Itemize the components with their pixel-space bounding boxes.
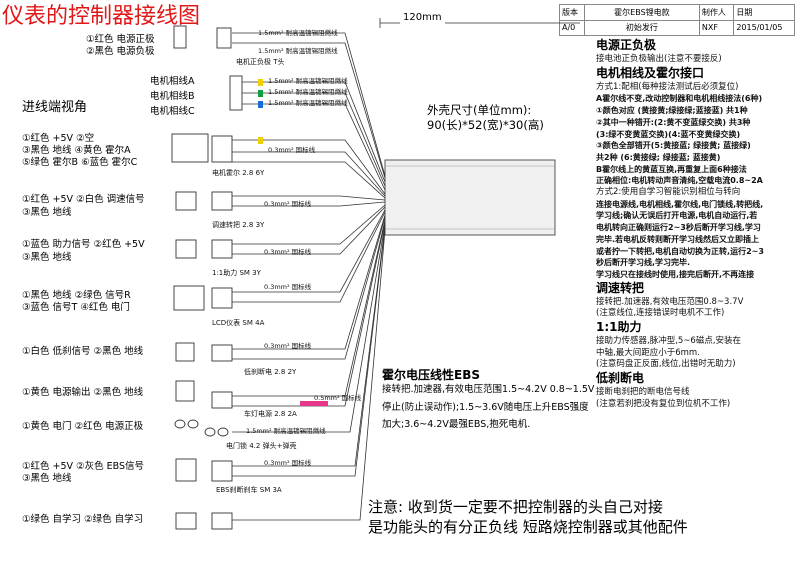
instruction-line: 电机转向正确则运行2~3秒后断开学习线,学习	[596, 223, 761, 233]
instruction-line: 共2种 (6:黄接绿; 绿接蓝; 蓝接黄)	[596, 152, 721, 162]
section-heading: 1:1助力	[596, 320, 642, 334]
lamp-line-1: ①黄色 电源输出 ②黑色 地线	[22, 387, 144, 398]
housing-dimensions: 外壳尺寸(单位mm): 90(长)*52(宽)*30(高)	[427, 103, 544, 133]
wire-label: 1.5mm² 耐高温镀锡阻燃线	[268, 99, 348, 107]
notice-line-2: 是功能头的有分正负线 短路烧控制器或其他配件	[368, 518, 688, 536]
lcd-line-2: ③蓝色 信号T ④红色 电门	[22, 302, 130, 313]
section-heading: 低刹断电	[596, 371, 645, 386]
learn-line-1: ①绿色 自学习 ②绿色 自学习	[22, 514, 144, 525]
controller-housing	[384, 159, 556, 236]
phase-b-marker	[258, 90, 263, 97]
wire-label: 0.3mm² 国标线	[264, 459, 312, 467]
instruction-line: ①颜色对应 (黄接黄;绿接绿;蓝接蓝) 共1种	[596, 106, 748, 116]
instruction-line: 接电池正负极输出(注意不要接反)	[596, 54, 722, 64]
connector-label: 电机霍尔 2.8 6Y	[212, 169, 265, 177]
instruction-line: 方式2:使用自学习智能识别相位与转向	[596, 187, 741, 197]
conn-power-line-1: ①红色 电源正极	[86, 34, 155, 45]
instruction-line: 接转把.加速器,有效电压范围0.8~3.7V	[596, 296, 744, 307]
instruction-line: 秒后断开学习线,学习完毕.	[596, 258, 691, 268]
section-heading: 电源正负极	[596, 38, 657, 52]
hall-line-1: ①红色 +5V ②空	[22, 133, 95, 144]
assist-line-1: ①蓝色 助力信号 ②红色 +5V	[22, 239, 145, 250]
wire-label: 0.5mm² 国标线	[314, 394, 362, 402]
assist-line-2: ③黑色 地线	[22, 252, 72, 263]
wire-label: 1.5mm² 耐高温镀锡阻燃线	[268, 88, 348, 96]
lock-line-1: ①黄色 电门 ②红色 电源正极	[22, 421, 144, 432]
bullet-terminals	[174, 419, 229, 437]
wire-label: 0.3mm² 国标线	[264, 200, 312, 208]
connector-label: 电门锁 4.2 弹头+弹壳	[226, 442, 297, 450]
throttle-line-1: ①红色 +5V ②白色 调速信号	[22, 194, 145, 205]
instruction-line: (3:绿不变黄蓝交换)(4:蓝不变黄绿交换)	[596, 129, 741, 139]
wire-label: 1.5mm² 耐高温镀锡阻燃线	[258, 47, 338, 55]
instruction-line: 正确相位:电机转动声音清纯,空载电流0.8~2A	[596, 176, 763, 186]
inlet-view-label: 进线端视角	[22, 100, 88, 115]
connector-label: 1:1助力 SM 3Y	[212, 269, 261, 277]
throttle-line-2: ③黑色 地线	[22, 207, 72, 218]
ebs-body: 接转把.加速器,有效电压范围1.5~4.2V 0.8~1.5V停止(防止误动作)…	[382, 384, 595, 430]
connector-label: LCD仪表 SM 4A	[212, 319, 265, 327]
phase-c-marker	[258, 101, 263, 108]
wire-label: 1.5mm² 耐高温镀锡阻燃线	[258, 29, 338, 37]
hall-line-3: ⑤绿色 霍尔B ⑥蓝色 霍尔C	[22, 157, 138, 168]
hall-line-2: ③黑色 地线 ④黄色 霍尔A	[22, 145, 131, 156]
instruction-line: (注意码盘正反面,线位,出错时无助力)	[596, 359, 736, 370]
wire-label: 1.5mm² 耐高温镀锡阻燃线	[268, 77, 348, 85]
instruction-line: ②其中一种错开:(2:黄不变蓝绿交换) 共3种	[596, 117, 751, 127]
phase-a-marker	[258, 79, 263, 86]
wire-label: 0.3mm² 国标线	[268, 146, 316, 154]
connector-label: 电机正负极 T头	[236, 58, 285, 66]
instruction-line: (注意若刹把没有复位到位机不工作)	[596, 398, 731, 409]
phase-b-label: 电机相线B	[150, 91, 195, 102]
section-heading: 电机相线及霍尔接口	[596, 65, 705, 80]
instruction-line: 方式1:配相(每种接法测试后必须复位)	[596, 81, 739, 92]
dimension-label: 120mm	[403, 12, 442, 23]
wire-label: 0.3mm² 国标线	[264, 248, 312, 256]
connector-label: 低刹断电 2.8 2Y	[244, 368, 297, 376]
instruction-line: 接助力传感器,脉冲型,5~6磁点,安装在	[596, 336, 742, 346]
lcd-line-1: ①黑色 地线 ②绿色 信号R	[22, 290, 131, 301]
instruction-line: 学习线只在接线时使用,接完后断开,不再连接	[596, 269, 755, 279]
phase-c-label: 电机相线C	[150, 106, 195, 117]
warning-notice: 注意: 收到货一定要不把控制器的头自己对接 是功能头的有分正负线 短路烧控制器或…	[368, 497, 688, 537]
brake-line-1: ①白色 低刹信号 ②黑色 地线	[22, 346, 144, 357]
ebs-line-2: ③黑色 地线	[22, 473, 72, 484]
instruction-line: 完毕.若电机反转则断开学习线然后又立即插上	[596, 234, 760, 244]
instruction-line: 接断电刹把的断电信号线	[596, 387, 690, 398]
hall-sleeve	[258, 137, 263, 144]
phase-a-label: 电机相线A	[150, 76, 195, 87]
instruction-line: 学习线;确认无误后打开电源,电机自动运行,若	[596, 211, 758, 221]
instruction-line: B霍尔线上的黄蓝互换,再重复上面6种接法	[596, 164, 747, 174]
connector-label: 调速转把 2.8 3Y	[212, 221, 265, 229]
connector-label: 车灯电源 2.8 2A	[244, 410, 297, 418]
section-heading: 调速转把	[596, 280, 645, 295]
wire-label: 1.5mm² 耐高温镀锡阻燃线	[246, 427, 326, 435]
instruction-line: (注意线位,连接错误时电机不工作)	[596, 308, 725, 319]
housing-dim-line1: 外壳尺寸(单位mm):	[427, 103, 532, 117]
connector-label: EBS刹断刹车 SM 3A	[216, 486, 282, 494]
ebs-line-1: ①红色 +5V ②灰色 EBS信号	[22, 461, 144, 472]
conn-power-line-2: ②黑色 电源负极	[86, 46, 155, 57]
instruction-line: ③颜色全部错开(5:黄接蓝; 绿接黄; 蓝接绿)	[596, 141, 751, 151]
instruction-line: A霍尔线不变,改动控制器和电机相线接法(6种)	[596, 94, 763, 104]
notice-line-1: 注意: 收到货一定要不把控制器的头自己对接	[368, 498, 663, 516]
housing-dim-line2: 90(长)*52(宽)*30(高)	[427, 118, 544, 132]
instruction-line: 或者拧一下转把,电机自动切换为正转,运行2~3	[596, 246, 764, 256]
instruction-line: 连接电源线,电机相线,霍尔线,电门锁线,转把线,	[596, 199, 764, 209]
wire-label: 0.3mm² 国标线	[264, 283, 312, 291]
instruction-line: 中轴,最大间距应小于6mm.	[596, 347, 700, 358]
wire-label: 0.3mm² 国标线	[264, 342, 312, 350]
